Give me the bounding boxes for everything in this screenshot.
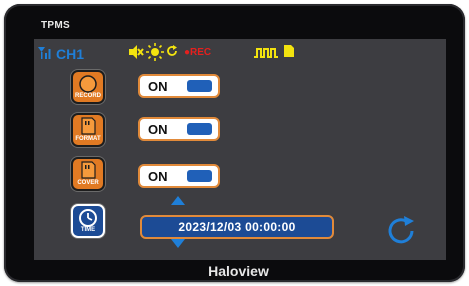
format-toggle-knob [187, 123, 212, 135]
brand-logo: Haloview [208, 263, 269, 279]
mute-icon[interactable] [128, 45, 144, 59]
device-frame: TPMS CH1 ●REC RECORD ON FORMAT ON COVER … [4, 4, 465, 282]
datetime-field[interactable]: 2023/12/03 00:00:00 [140, 215, 334, 239]
format-toggle[interactable]: ON [138, 117, 220, 141]
cover-toggle-label: ON [148, 169, 168, 184]
time-up-arrow[interactable] [171, 196, 185, 205]
format-caption: FORMAT [75, 136, 101, 142]
record-toggle-label: ON [148, 79, 168, 94]
status-bar: CH1 ●REC [34, 39, 446, 65]
refresh-icon[interactable] [166, 45, 178, 57]
time-down-arrow[interactable] [171, 239, 185, 248]
pulse-icon [254, 48, 278, 58]
cover-toggle[interactable]: ON [138, 164, 220, 188]
channel-label: CH1 [56, 46, 85, 62]
signal-icon [38, 47, 51, 59]
record-icon-button[interactable]: RECORD [71, 70, 105, 104]
time-caption: TIME [80, 227, 96, 233]
time-icon-button[interactable]: TIME [71, 204, 105, 238]
format-icon-button[interactable]: FORMAT [71, 113, 105, 147]
record-toggle[interactable]: ON [138, 74, 220, 98]
sd-card-icon [284, 45, 294, 57]
device-title: TPMS [41, 20, 70, 31]
record-toggle-knob [187, 80, 212, 92]
record-caption: RECORD [74, 93, 101, 99]
cover-toggle-knob [187, 170, 212, 182]
datetime-value: 2023/12/03 00:00:00 [178, 220, 296, 234]
rec-indicator: ●REC [184, 47, 212, 58]
cover-icon-button[interactable]: COVER [71, 157, 105, 191]
brightness-icon[interactable] [146, 43, 164, 61]
reset-icon[interactable] [384, 214, 418, 248]
screen: CH1 ●REC RECORD ON FORMAT ON COVER ON TI… [34, 39, 446, 260]
cover-caption: COVER [77, 180, 99, 186]
format-toggle-label: ON [148, 122, 168, 137]
